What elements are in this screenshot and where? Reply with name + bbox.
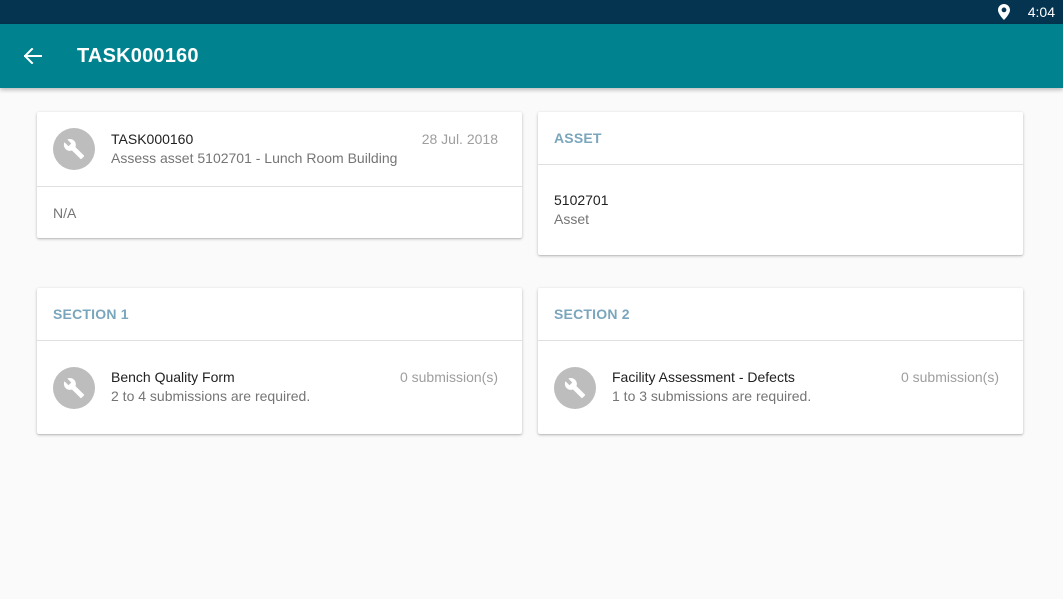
section-header: SECTION 1: [53, 306, 129, 322]
task-summary-card[interactable]: TASK000160 Assess asset 5102701 - Lunch …: [37, 112, 522, 238]
section-header: SECTION 2: [554, 306, 630, 322]
app-bar: TASK000160: [0, 24, 1063, 88]
asset-label: Asset: [554, 211, 590, 227]
task-date: 28 Jul. 2018: [421, 131, 498, 147]
form-name: Bench Quality Form: [111, 369, 235, 385]
wrench-icon: [53, 128, 95, 170]
clock: 4:04: [1027, 4, 1055, 20]
task-note: N/A: [53, 205, 77, 221]
page-title: TASK000160: [77, 44, 199, 67]
form-list-item[interactable]: Bench Quality Form 2 to 4 submissions ar…: [37, 341, 522, 409]
arrow-back-icon[interactable]: [21, 44, 45, 68]
form-requirement: 1 to 3 submissions are required.: [612, 388, 812, 404]
wrench-icon: [554, 367, 596, 409]
section-card-1: SECTION 1 Bench Quality Form 2 to 4 subm…: [37, 288, 522, 434]
asset-number: 5102701: [554, 192, 609, 208]
wrench-icon: [53, 367, 95, 409]
asset-header: ASSET: [554, 130, 602, 146]
form-requirement: 2 to 4 submissions are required.: [111, 388, 311, 404]
location-pin-icon: [997, 4, 1012, 20]
task-description: Assess asset 5102701 - Lunch Room Buildi…: [111, 150, 398, 166]
submission-count: 0 submission(s): [900, 369, 999, 385]
form-list-item[interactable]: Facility Assessment - Defects 1 to 3 sub…: [538, 341, 1023, 409]
form-name: Facility Assessment - Defects: [612, 369, 795, 385]
asset-card[interactable]: ASSET 5102701 Asset: [538, 112, 1023, 255]
section-card-2: SECTION 2 Facility Assessment - Defects …: [538, 288, 1023, 434]
task-id: TASK000160: [111, 131, 194, 147]
status-bar: 4:04: [0, 0, 1063, 24]
submission-count: 0 submission(s): [399, 369, 498, 385]
